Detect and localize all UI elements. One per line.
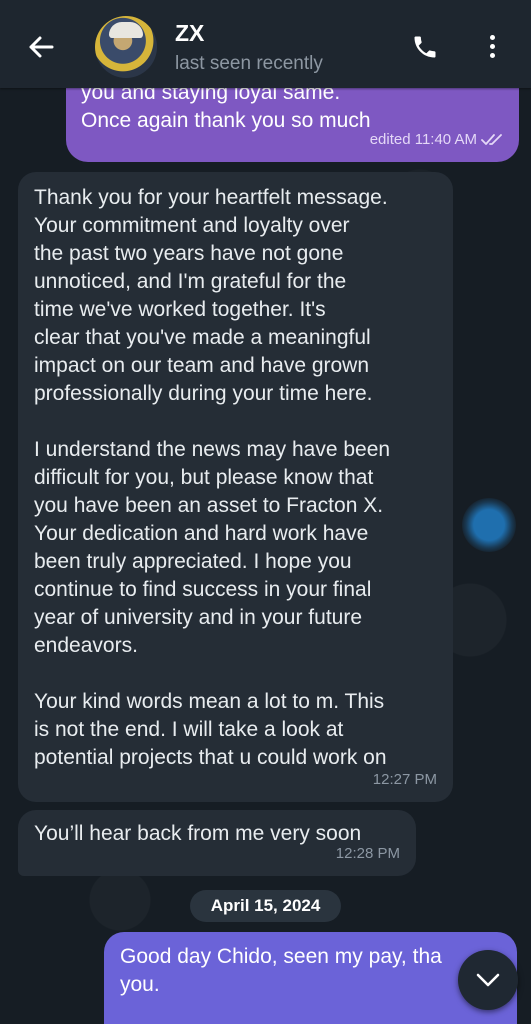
arrow-left-icon [29, 36, 54, 58]
message-text: Good day Chido, seen my pay, tha you. [120, 945, 442, 996]
call-button[interactable] [411, 33, 439, 61]
incoming-message[interactable]: You’ll hear back from me very soon 12:28… [18, 810, 416, 876]
avatar[interactable] [95, 16, 157, 78]
phone-icon [414, 36, 436, 58]
message-meta: edited 11:40 AM [370, 126, 505, 154]
message-text: You’ll hear back from me very soon [34, 822, 362, 845]
back-button[interactable] [24, 30, 58, 64]
message-time: 12:28 PM [335, 845, 400, 862]
contact-name[interactable]: ZX [175, 20, 204, 47]
chevron-down-icon [476, 973, 500, 987]
more-menu-button[interactable] [488, 35, 498, 63]
outgoing-message[interactable]: Good day Chido, seen my pay, tha you. [104, 932, 517, 1024]
more-vertical-icon [490, 35, 495, 40]
background-glow [462, 498, 516, 552]
chat-header: ZX last seen recently [0, 0, 531, 88]
avatar-image [109, 22, 143, 38]
message-paragraph: Thank you for your heartfelt message. Yo… [34, 186, 388, 405]
scroll-down-button[interactable] [458, 950, 518, 1010]
message-paragraph: I understand the news may have been diff… [34, 438, 391, 657]
incoming-message[interactable]: Thank you for your heartfelt message. Yo… [18, 172, 453, 802]
message-edited-time: edited 11:40 AM [369, 131, 477, 148]
contact-status: last seen recently [175, 53, 323, 74]
message-time: 12:27 PM [372, 771, 437, 788]
message-paragraph: Your kind words mean a lot to m. This is… [34, 690, 387, 769]
date-separator: April 15, 2024 [190, 890, 341, 922]
double-check-icon [481, 134, 502, 145]
